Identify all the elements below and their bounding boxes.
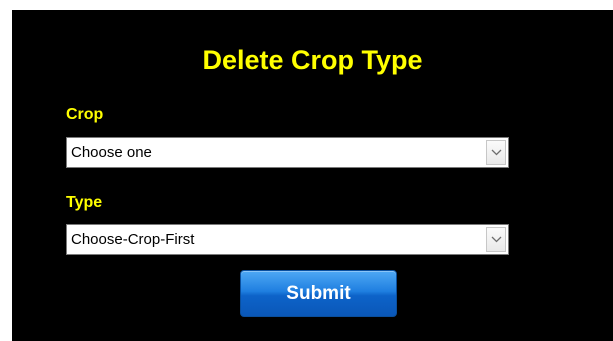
- form-title: Delete Crop Type: [202, 45, 423, 75]
- page-margin-top: [0, 0, 613, 10]
- chevron-down-icon[interactable]: [486, 227, 506, 252]
- chevron-down-icon[interactable]: [486, 140, 506, 165]
- page-margin-left: [0, 0, 12, 341]
- type-select-value: Choose-Crop-First: [71, 231, 195, 248]
- crop-label: Crop: [66, 106, 104, 123]
- crop-select[interactable]: Choose one: [66, 137, 509, 168]
- type-label: Type: [66, 194, 103, 211]
- submit-button[interactable]: Submit: [240, 270, 397, 317]
- crop-select-value: Choose one: [71, 144, 152, 161]
- delete-crop-type-form: Delete Crop Type Crop Choose one Type Ch…: [12, 10, 613, 341]
- type-select[interactable]: Choose-Crop-First: [66, 224, 509, 255]
